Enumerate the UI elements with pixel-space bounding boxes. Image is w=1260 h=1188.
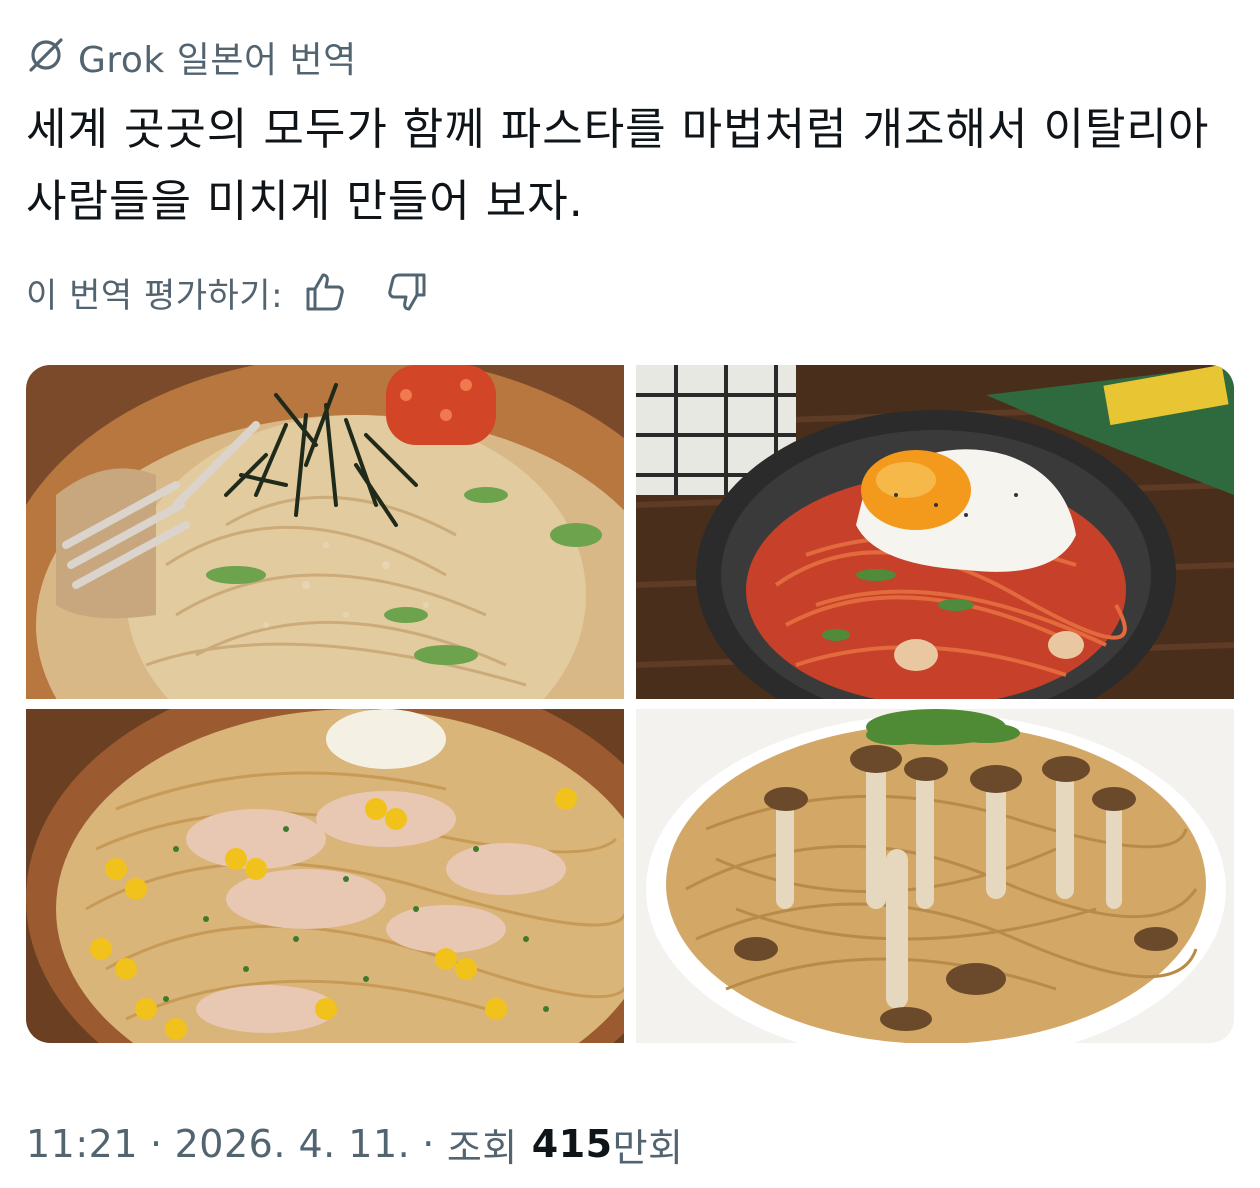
grok-icon xyxy=(26,35,66,79)
thumbs-down-button[interactable] xyxy=(383,268,431,316)
meta-separator: · xyxy=(422,1122,435,1166)
thumbs-up-button[interactable] xyxy=(301,268,349,316)
views-count: 415 xyxy=(531,1122,613,1166)
post-meta: 11:21 · 2026. 4. 11. · 조회 415 만회 xyxy=(26,1112,684,1176)
pork-corn-pasta-photo[interactable] xyxy=(26,709,624,1043)
media-grid xyxy=(26,365,1234,1043)
post-date[interactable]: 2026. 4. 11. xyxy=(175,1122,411,1166)
views-unit: 만회 xyxy=(612,1125,684,1170)
napolitan-egg-pasta-photo[interactable] xyxy=(636,365,1234,699)
translation-source-label: Grok 일본어 번역 xyxy=(78,40,357,81)
post-time[interactable]: 11:21 xyxy=(26,1122,138,1166)
thumbs-down-icon xyxy=(388,273,426,311)
meta-separator: · xyxy=(150,1122,163,1166)
thumbs-up-icon xyxy=(306,273,344,311)
mentaiko-pasta-photo[interactable] xyxy=(26,365,624,699)
translation-header: Grok 일본어 번역 xyxy=(26,30,357,84)
mushroom-pasta-photo[interactable] xyxy=(636,709,1234,1043)
translated-post-text: 세계 곳곳의 모두가 함께 파스타를 마법처럼 개조해서 이탈리아 사람들을 미… xyxy=(26,104,1210,227)
views-label: 조회 xyxy=(446,1125,518,1170)
translation-rating: 이 번역 평가하기: xyxy=(26,262,431,322)
rating-label: 이 번역 평가하기: xyxy=(26,275,284,316)
